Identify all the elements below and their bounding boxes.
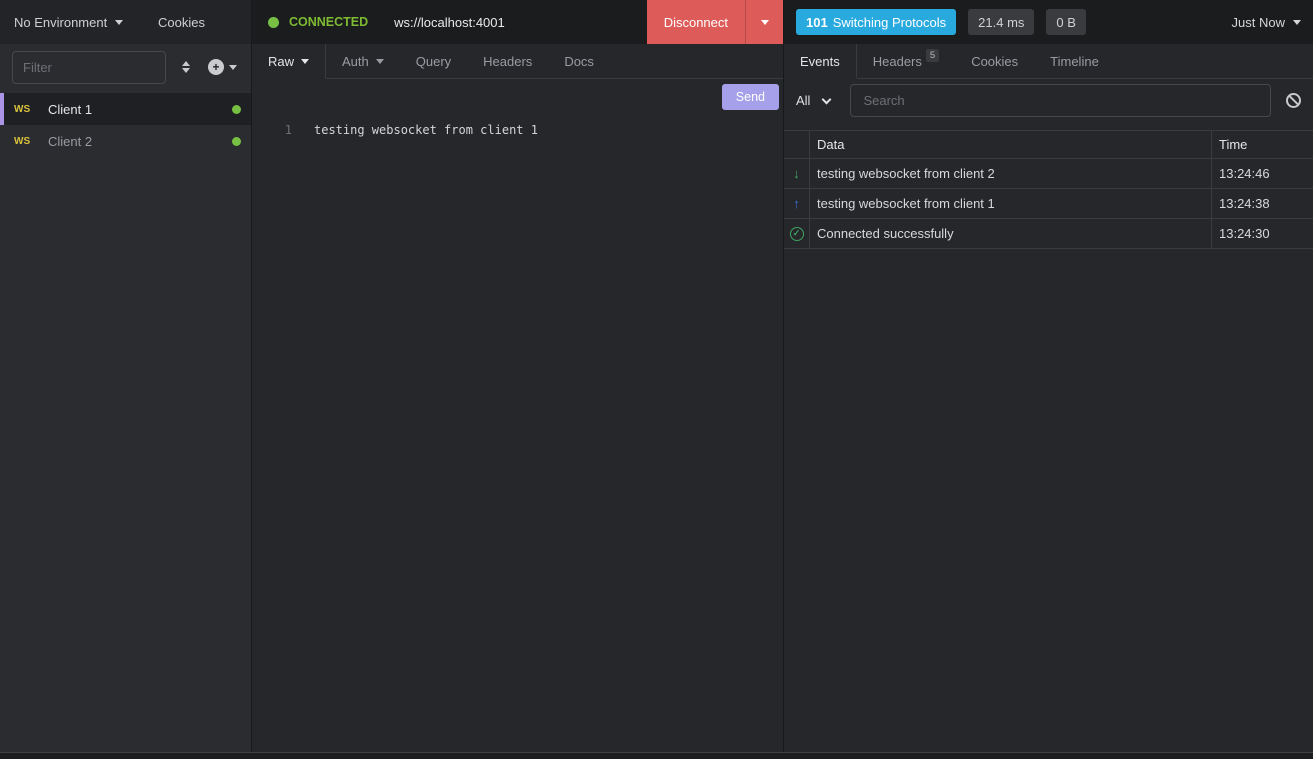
ws-method-tag: WS [14,104,48,115]
event-data: testing websocket from client 2 [809,159,1211,188]
event-time: 13:24:30 [1211,219,1313,248]
editor-content: testing websocket from client 1 [314,121,538,139]
websocket-url[interactable]: ws://localhost:4001 [394,15,505,30]
send-button[interactable]: Send [722,84,779,110]
disconnect-button[interactable]: Disconnect [647,0,745,44]
status-text: Switching Protocols [833,15,946,30]
tab-headers[interactable]: Headers [467,44,548,78]
event-row[interactable]: ✓ Connected successfully 13:24:30 [784,219,1313,249]
icon-column-header [784,131,809,158]
response-panel: 101 Switching Protocols 21.4 ms 0 B Just… [784,0,1313,752]
sidebar-item-client-2[interactable]: WS Client 2 [0,125,251,157]
clear-events-icon[interactable] [1286,93,1301,108]
request-list: WS Client 1 WS Client 2 [0,93,251,157]
response-tabbar: Events Headers 5 Cookies Timeline [784,44,1313,79]
arrow-up-icon: ↑ [793,196,800,211]
response-history-dropdown[interactable]: Just Now [1232,15,1301,30]
response-size-badge: 0 B [1046,9,1086,35]
event-time: 13:24:46 [1211,159,1313,188]
chevron-down-icon [229,65,237,70]
ws-method-tag: WS [14,136,48,147]
tab-timeline[interactable]: Timeline [1034,44,1115,78]
request-name: Client 1 [48,102,232,117]
chevron-down-icon [115,20,123,25]
event-data: Connected successfully [809,219,1211,248]
disconnect-dropdown-button[interactable] [745,0,783,44]
tab-response-headers[interactable]: Headers 5 [857,44,955,78]
plus-icon: + [208,59,224,75]
tab-raw[interactable]: Raw [252,44,326,78]
arrow-down-icon: ↓ [793,166,800,181]
events-table: Data Time ↓ testing websocket from clien… [784,130,1313,249]
sort-icon [182,61,190,66]
filter-input[interactable] [12,51,166,84]
tab-query[interactable]: Query [400,44,467,78]
sort-button[interactable] [182,61,190,73]
chevron-down-icon [376,59,384,64]
request-panel: CONNECTED ws://localhost:4001 Disconnect… [252,0,784,752]
response-meta-bar: 101 Switching Protocols 21.4 ms 0 B Just… [784,0,1313,44]
message-editor[interactable]: Send 1 testing websocket from client 1 [252,79,783,752]
time-column-header: Time [1211,131,1313,158]
chevron-down-icon [301,59,309,64]
sidebar-item-client-1[interactable]: WS Client 1 [0,93,251,125]
connection-status-dot [268,17,279,28]
add-request-button[interactable]: + [208,59,237,75]
sidebar: No Environment Cookies + WS Client 1 [0,0,252,752]
status-code-badge: 101 Switching Protocols [796,9,956,35]
check-circle-icon: ✓ [790,227,804,241]
app-window: No Environment Cookies + WS Client 1 [0,0,1313,753]
headers-count-badge: 5 [926,49,939,62]
event-time: 13:24:38 [1211,189,1313,218]
tab-response-cookies[interactable]: Cookies [955,44,1034,78]
cookies-button[interactable]: Cookies [158,15,205,30]
event-row[interactable]: ↓ testing websocket from client 2 13:24:… [784,159,1313,189]
data-column-header: Data [809,131,1211,158]
sidebar-filter-row: + [0,44,251,88]
events-table-header: Data Time [784,131,1313,159]
chevron-down-icon [822,94,832,104]
connected-dot [232,105,241,114]
environment-selector[interactable]: No Environment [14,15,123,30]
chevron-down-icon [761,20,769,25]
event-type-select[interactable]: All [796,93,834,108]
event-row[interactable]: ↑ testing websocket from client 1 13:24:… [784,189,1313,219]
event-data: testing websocket from client 1 [809,189,1211,218]
status-code: 101 [806,15,828,30]
tab-events[interactable]: Events [784,44,857,78]
events-search-input[interactable] [850,84,1271,117]
connected-dot [232,137,241,146]
tab-auth[interactable]: Auth [326,44,400,78]
response-time-badge: 21.4 ms [968,9,1034,35]
editor-line: 1 testing websocket from client 1 [252,121,783,139]
tab-docs[interactable]: Docs [548,44,610,78]
request-name: Client 2 [48,134,232,149]
disconnect-button-group: Disconnect [647,0,783,44]
connection-bar: CONNECTED ws://localhost:4001 Disconnect [252,0,783,44]
request-tabbar: Raw Auth Query Headers Docs [252,44,783,79]
line-number: 1 [252,121,292,139]
environment-label: No Environment [14,15,107,30]
sidebar-header: No Environment Cookies [0,0,251,44]
chevron-down-icon [1293,20,1301,25]
events-filter-row: All [784,79,1313,122]
connection-status-label: CONNECTED [289,15,368,29]
